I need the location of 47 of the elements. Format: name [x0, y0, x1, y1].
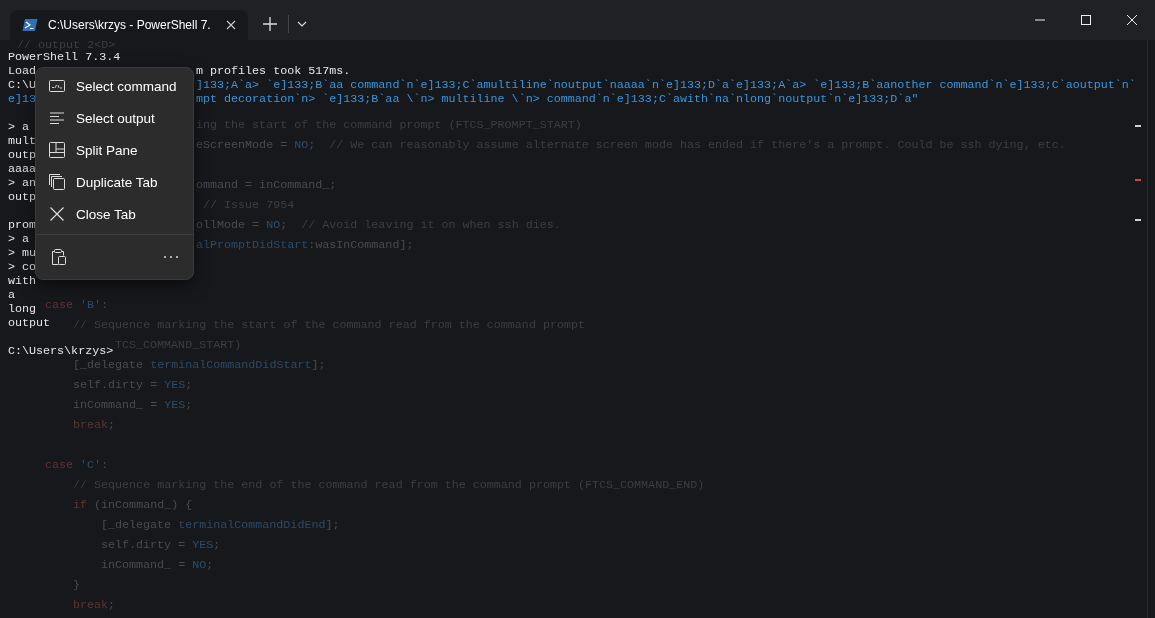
maximize-icon [1081, 15, 1091, 25]
code-line: case 'B': [45, 298, 109, 312]
terminal-line: prom [8, 218, 37, 232]
code-line: break; [73, 598, 116, 612]
terminal-line: aaaa [8, 162, 37, 176]
terminal-line: m profiles took 517ms. [196, 64, 351, 78]
terminal-line: > co [8, 260, 37, 274]
menu-item[interactable]: Select output [36, 102, 193, 134]
terminal-line: outp [8, 148, 37, 162]
terminal-line: ]133;A`a> `e]133;B`aa command`n`e]133;C`amultiline`noutput`naaaa`n`e]133;D`a`e]133;A`a> `e]133;B`aanother command`n`e]133;C`aoutput`n` [196, 78, 1136, 92]
terminal-line: C:\U [8, 78, 37, 92]
terminal-line: PowerShell 7.3.4 [8, 50, 121, 64]
terminal-line: > a [8, 120, 30, 134]
tab-title: C:\Users\krzys - PowerShell 7. [48, 18, 211, 32]
terminal-line: mpt decoration`n> `e]133;B`aa \`n> multiline \`n> command`n`e]133;C`awith`na`nlong`noutput`n`e]133;D`a" [196, 92, 919, 106]
plus-icon [263, 17, 277, 31]
menu-item[interactable]: Close Tab [36, 198, 193, 230]
close-icon [225, 20, 236, 30]
split-pane-icon [49, 142, 65, 158]
terminal-line: with [8, 274, 37, 288]
terminal-line: > mu [8, 246, 37, 260]
terminal-line: e]13 [8, 92, 37, 106]
close-icon [49, 206, 65, 222]
code-line: } [73, 578, 80, 592]
terminal-tab[interactable]: C:\Users\krzys - PowerShell 7. [10, 10, 248, 40]
terminal-line: Load [8, 64, 37, 78]
terminal-line: output [8, 316, 51, 330]
close-icon [1127, 15, 1137, 25]
terminal-line: long [8, 302, 37, 316]
terminal-line: C:\Users\krzys> [8, 344, 114, 358]
menu-item[interactable]: Split Pane [36, 134, 193, 166]
menu-item[interactable]: Select command [36, 70, 193, 102]
chevron-down-icon [297, 21, 307, 27]
clipboard-icon [50, 248, 66, 266]
terminal-line: > an [8, 176, 37, 190]
code-line: case 'C': [45, 458, 109, 472]
terminal-line: > a [8, 232, 30, 246]
text-lines-icon [49, 110, 65, 126]
code-line: break; [73, 418, 116, 432]
terminal-window-icon [49, 78, 65, 94]
terminal-line: outp [8, 190, 37, 204]
powershell-icon [22, 18, 38, 32]
terminal-line: a [8, 288, 15, 302]
terminal-line: mult [8, 134, 37, 148]
stacked-squares-icon [49, 174, 65, 190]
menu-item[interactable]: Duplicate Tab [36, 166, 193, 198]
more-icon [163, 255, 179, 259]
